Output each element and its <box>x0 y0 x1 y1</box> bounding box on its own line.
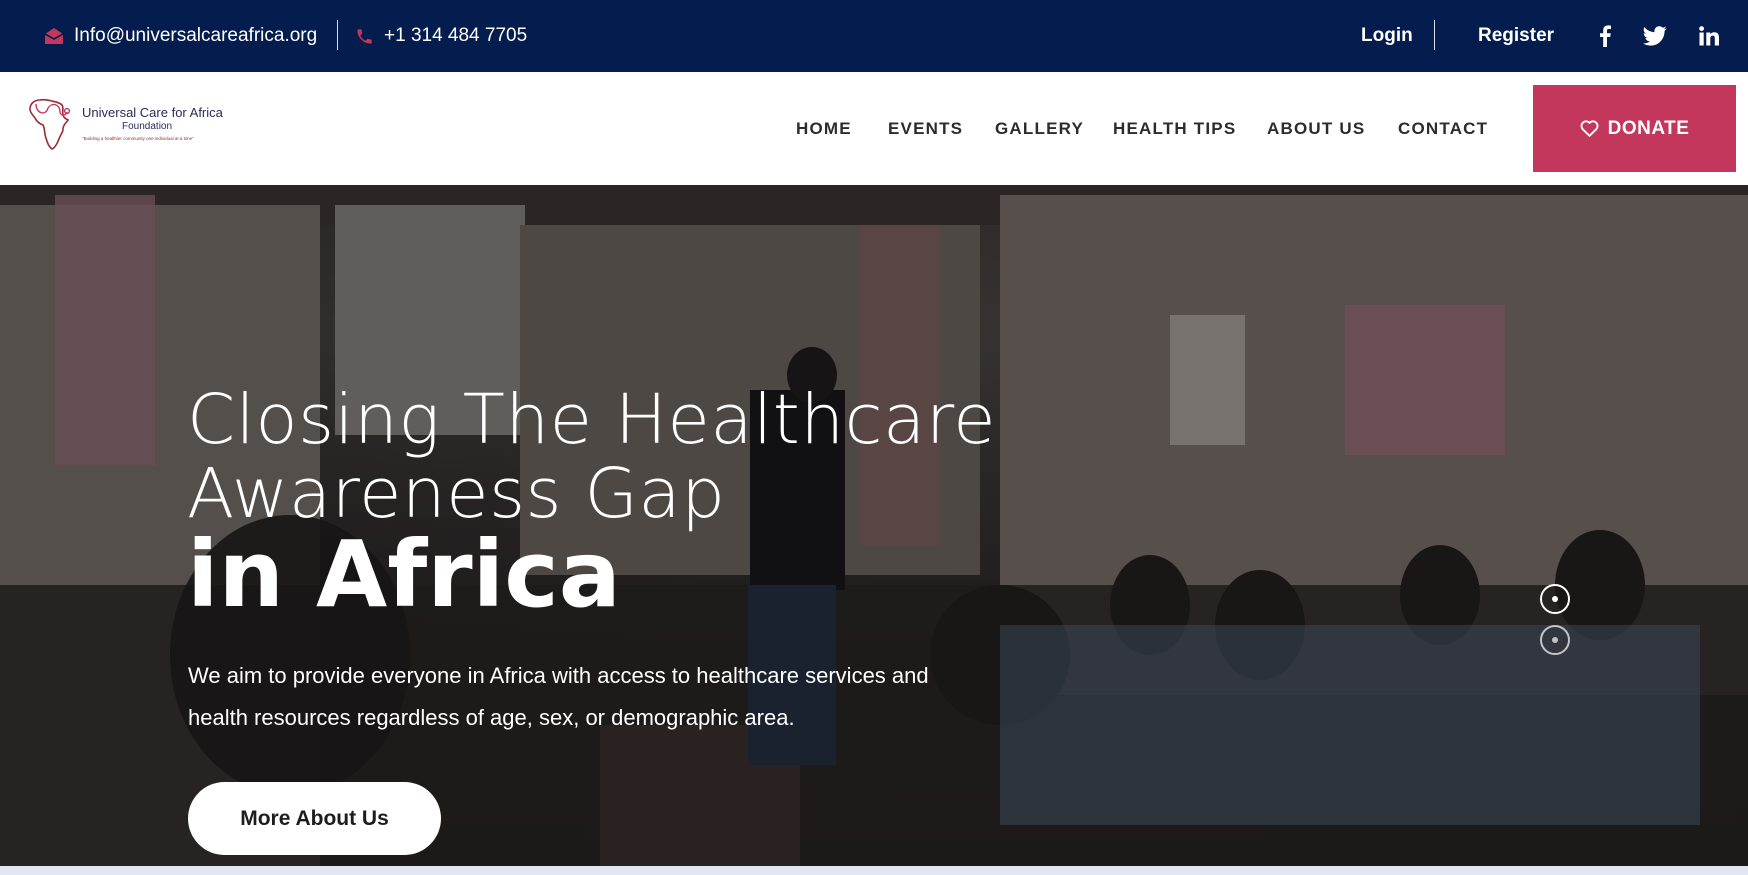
site-logo[interactable]: Universal Care for Africa Foundation "Bu… <box>26 94 236 154</box>
donate-label[interactable]: DONATE <box>1608 118 1690 140</box>
divider <box>1434 20 1435 50</box>
phone-text[interactable]: +1 314 484 7705 <box>384 25 527 47</box>
email-contact[interactable]: Info@universalcareafrica.org <box>44 0 317 72</box>
nav-events[interactable]: EVENTS <box>888 119 963 139</box>
main-header: Universal Care for Africa Foundation "Bu… <box>0 72 1748 185</box>
divider <box>337 20 338 50</box>
nav-home[interactable]: HOME <box>796 119 852 139</box>
hero-title: Closing The Healthcare Awareness Gap <box>187 383 1087 531</box>
nav-about-us[interactable]: ABOUT US <box>1267 119 1365 139</box>
top-bar: Info@universalcareafrica.org +1 314 484 … <box>0 0 1748 72</box>
slider-dot-1[interactable] <box>1540 584 1570 614</box>
register-link[interactable]: Register <box>1478 0 1554 72</box>
login-link[interactable]: Login <box>1361 0 1413 72</box>
nav-gallery[interactable]: GALLERY <box>995 119 1084 139</box>
hero-description: We aim to provide everyone in Africa wit… <box>188 663 929 730</box>
hero-title-bold: in Africa <box>187 521 621 628</box>
more-about-us-button[interactable]: More About Us <box>188 782 441 855</box>
slider-dot-2[interactable] <box>1540 625 1570 655</box>
nav-health-tips[interactable]: HEALTH TIPS <box>1113 119 1236 139</box>
donate-button[interactable]: DONATE <box>1533 85 1736 172</box>
hero-slider: Closing The Healthcare Awareness Gap in … <box>0 185 1748 866</box>
nav-contact[interactable]: CONTACT <box>1398 119 1488 139</box>
heart-icon <box>1580 120 1599 137</box>
logo-subtitle: Foundation <box>122 121 172 132</box>
envelope-icon <box>44 28 64 44</box>
phone-contact[interactable]: +1 314 484 7705 <box>355 0 527 72</box>
twitter-icon[interactable] <box>1640 21 1670 51</box>
logo-name: Universal Care for Africa <box>82 105 224 120</box>
logo-tagline: "Building a healthier community one indi… <box>82 136 194 141</box>
email-text[interactable]: Info@universalcareafrica.org <box>74 25 317 47</box>
section-edge <box>0 866 1748 875</box>
hero-title-line1: Closing The Healthcare <box>187 380 997 460</box>
phone-icon <box>357 28 372 44</box>
linkedin-icon[interactable] <box>1694 21 1724 51</box>
facebook-icon[interactable] <box>1590 21 1620 51</box>
